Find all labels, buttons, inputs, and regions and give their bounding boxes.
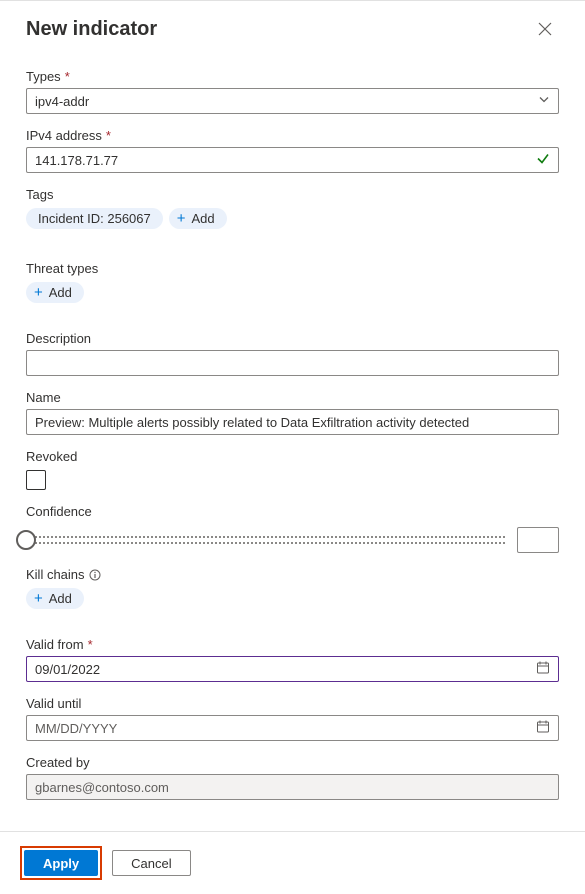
description-label: Description <box>26 331 559 346</box>
threat-types-label: Threat types <box>26 261 559 276</box>
valid-from-label: Valid from * <box>26 637 559 652</box>
ipv4-input[interactable]: 141.178.71.77 <box>26 147 559 173</box>
form-scroll-area[interactable]: Types * ipv4-addr IPv4 address * 141 <box>0 51 585 831</box>
confidence-label: Confidence <box>26 504 559 519</box>
panel-footer: Apply Cancel <box>0 831 585 894</box>
description-input[interactable] <box>26 350 559 376</box>
tag-text: Incident ID: 256067 <box>38 211 151 226</box>
required-indicator: * <box>65 69 70 84</box>
types-field: Types * ipv4-addr <box>26 69 559 114</box>
tag-pill[interactable]: Incident ID: 256067 <box>26 208 163 229</box>
valid-until-label: Valid until <box>26 696 559 711</box>
types-value: ipv4-addr <box>35 94 89 109</box>
panel-header: New indicator <box>0 1 585 51</box>
new-indicator-panel: New indicator Types * ipv4-addr <box>0 0 585 894</box>
created-by-input: gbarnes@contoso.com <box>26 774 559 800</box>
tags-field: Tags Incident ID: 256067 + Add <box>26 187 559 229</box>
valid-from-label-text: Valid from <box>26 637 84 652</box>
plus-icon: + <box>34 285 43 300</box>
plus-icon: + <box>177 211 186 226</box>
slider-thumb[interactable] <box>16 530 36 550</box>
confidence-slider[interactable] <box>26 536 505 544</box>
revoked-label: Revoked <box>26 449 559 464</box>
tags-add-label: Add <box>192 211 215 226</box>
plus-icon: + <box>34 591 43 606</box>
kill-chains-add-button[interactable]: + Add <box>26 588 84 609</box>
close-button[interactable] <box>531 15 559 43</box>
valid-until-input[interactable]: MM/DD/YYYY <box>26 715 559 741</box>
threat-types-add-label: Add <box>49 285 72 300</box>
types-label-text: Types <box>26 69 61 84</box>
kill-chains-add-label: Add <box>49 591 72 606</box>
kill-chains-field: Kill chains + Add <box>26 567 559 609</box>
created-by-label: Created by <box>26 755 559 770</box>
apply-button[interactable]: Apply <box>24 850 98 876</box>
ipv4-label-text: IPv4 address <box>26 128 102 143</box>
threat-types-add-button[interactable]: + Add <box>26 282 84 303</box>
name-label: Name <box>26 390 559 405</box>
ipv4-value: 141.178.71.77 <box>35 153 118 168</box>
chevron-down-icon <box>538 94 550 109</box>
kill-chains-label: Kill chains <box>26 567 559 582</box>
valid-from-field: Valid from * 09/01/2022 <box>26 637 559 682</box>
revoked-field: Revoked <box>26 449 559 490</box>
tags-add-button[interactable]: + Add <box>169 208 227 229</box>
valid-until-field: Valid until MM/DD/YYYY <box>26 696 559 741</box>
info-icon[interactable] <box>89 569 101 581</box>
threat-types-field: Threat types + Add <box>26 261 559 303</box>
ipv4-field: IPv4 address * 141.178.71.77 <box>26 128 559 173</box>
close-icon <box>538 22 552 36</box>
types-label: Types * <box>26 69 559 84</box>
name-input[interactable]: Preview: Multiple alerts possibly relate… <box>26 409 559 435</box>
required-indicator: * <box>88 637 93 652</box>
kill-chains-label-text: Kill chains <box>26 567 85 582</box>
confidence-value-input[interactable] <box>517 527 559 553</box>
required-indicator: * <box>106 128 111 143</box>
calendar-icon[interactable] <box>536 720 550 737</box>
valid-until-placeholder: MM/DD/YYYY <box>35 721 117 736</box>
tags-label: Tags <box>26 187 559 202</box>
apply-highlight: Apply <box>20 846 102 880</box>
description-field: Description <box>26 331 559 376</box>
ipv4-label: IPv4 address * <box>26 128 559 143</box>
panel-title: New indicator <box>26 18 531 41</box>
checkmark-icon <box>536 152 550 169</box>
confidence-field: Confidence <box>26 504 559 553</box>
types-select[interactable]: ipv4-addr <box>26 88 559 114</box>
cancel-button[interactable]: Cancel <box>112 850 190 876</box>
valid-from-input[interactable]: 09/01/2022 <box>26 656 559 682</box>
calendar-icon[interactable] <box>536 661 550 678</box>
created-by-value: gbarnes@contoso.com <box>35 780 169 795</box>
created-by-field: Created by gbarnes@contoso.com <box>26 755 559 800</box>
valid-from-value: 09/01/2022 <box>35 662 100 677</box>
name-value: Preview: Multiple alerts possibly relate… <box>35 415 469 430</box>
name-field: Name Preview: Multiple alerts possibly r… <box>26 390 559 435</box>
revoked-checkbox[interactable] <box>26 470 46 490</box>
